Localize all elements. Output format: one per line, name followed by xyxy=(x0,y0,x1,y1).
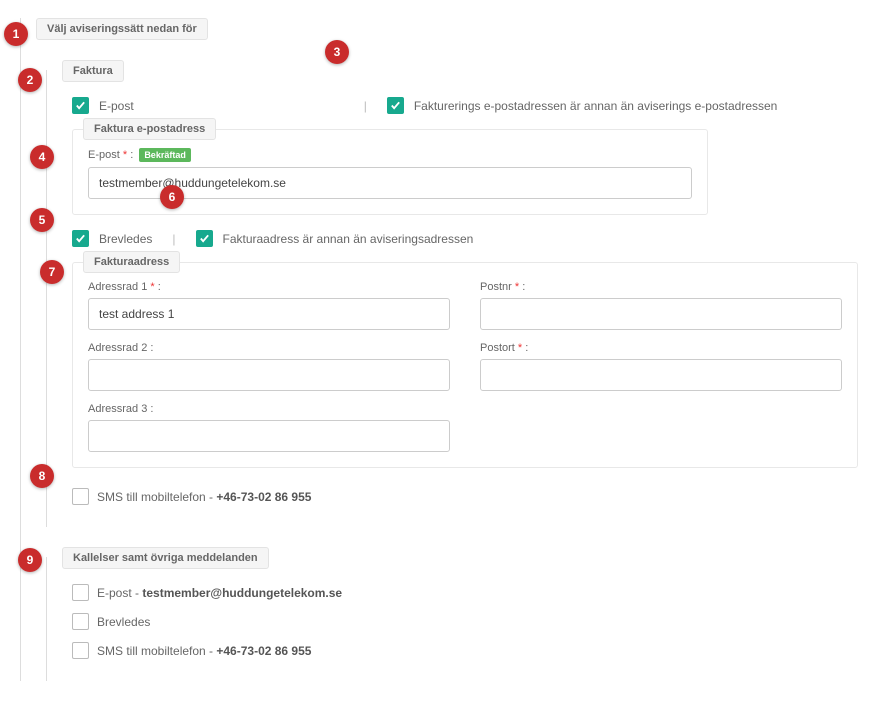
annotation-marker-5: 5 xyxy=(30,208,54,232)
postnr-label: Postnr * : xyxy=(480,281,842,293)
invoice-address-different-label: Fakturaadress är annan än aviseringsadre… xyxy=(223,232,474,246)
main-legend: Välj aviseringssätt nedan för xyxy=(36,18,208,40)
annotation-marker-8: 8 xyxy=(30,464,54,488)
adressrad3-input[interactable] xyxy=(88,420,450,452)
adressrad1-block: Adressrad 1 * : xyxy=(88,281,450,330)
kallelser-sms-checkbox[interactable] xyxy=(72,642,89,659)
kallelser-sms-row: SMS till mobiltelefon - +46-73-02 86 955 xyxy=(72,642,858,659)
faktura-address-fieldset: Fakturaadress Adressrad 1 * : Postnr * :… xyxy=(72,262,858,468)
annotation-marker-9: 9 xyxy=(18,548,42,572)
annotation-marker-7: 7 xyxy=(40,260,64,284)
kallelser-brevledes-row: Brevledes xyxy=(72,613,858,630)
adressrad3-label: Adressrad 3 : xyxy=(88,403,450,415)
annotation-marker-1: 1 xyxy=(4,22,28,46)
faktura-sms-label: SMS till mobiltelefon - +46-73-02 86 955 xyxy=(97,490,311,504)
adressrad3-block: Adressrad 3 : xyxy=(88,403,450,452)
annotation-marker-2: 2 xyxy=(18,68,42,92)
annotation-marker-3: 3 xyxy=(325,40,349,64)
annotation-marker-6: 6 xyxy=(160,185,184,209)
kallelser-brevledes-checkbox[interactable] xyxy=(72,613,89,630)
adressrad2-input[interactable] xyxy=(88,359,450,391)
adressrad2-block: Adressrad 2 : xyxy=(88,342,450,391)
postort-block: Postort * : xyxy=(480,342,842,391)
kallelser-legend: Kallelser samt övriga meddelanden xyxy=(62,547,269,569)
billing-email-different-label: Fakturerings e-postadressen är annan än … xyxy=(414,99,778,113)
separator: | xyxy=(364,99,367,113)
brevledes-label: Brevledes xyxy=(99,232,152,246)
epost-row: E-post | Fakturerings e-postadressen är … xyxy=(72,97,858,114)
faktura-sms-row: SMS till mobiltelefon - +46-73-02 86 955 xyxy=(72,488,858,505)
postort-input[interactable] xyxy=(480,359,842,391)
confirmed-badge: Bekräftad xyxy=(139,148,191,162)
kallelser-section: Kallelser samt övriga meddelanden E-post… xyxy=(46,557,858,681)
adressrad1-input[interactable] xyxy=(88,298,450,330)
separator: | xyxy=(172,232,175,246)
faktura-legend: Faktura xyxy=(62,60,124,82)
kallelser-epost-row: E-post - testmember@huddungetelekom.se xyxy=(72,584,858,601)
faktura-email-legend: Faktura e-postadress xyxy=(83,118,216,140)
adressrad1-label: Adressrad 1 * : xyxy=(88,281,450,293)
epost-label: E-post xyxy=(99,99,134,113)
epost-checkbox[interactable] xyxy=(72,97,89,114)
postnr-block: Postnr * : xyxy=(480,281,842,330)
kallelser-epost-checkbox[interactable] xyxy=(72,584,89,601)
postnr-input[interactable] xyxy=(480,298,842,330)
faktura-address-legend: Fakturaadress xyxy=(83,251,180,273)
kallelser-brevledes-label: Brevledes xyxy=(97,615,150,629)
kallelser-sms-label: SMS till mobiltelefon - +46-73-02 86 955 xyxy=(97,644,311,658)
brevledes-row: Brevledes | Fakturaadress är annan än av… xyxy=(72,230,858,247)
faktura-sms-checkbox[interactable] xyxy=(72,488,89,505)
postort-label: Postort * : xyxy=(480,342,842,354)
invoice-address-different-checkbox[interactable] xyxy=(196,230,213,247)
faktura-section: Faktura E-post | Fakturerings e-postadre… xyxy=(46,70,858,527)
adressrad2-label: Adressrad 2 : xyxy=(88,342,450,354)
email-field-label: E-post * : Bekräftad xyxy=(88,148,692,162)
brevledes-checkbox[interactable] xyxy=(72,230,89,247)
annotation-marker-4: 4 xyxy=(30,145,54,169)
kallelser-epost-label: E-post - testmember@huddungetelekom.se xyxy=(97,586,342,600)
notification-settings-group: Välj aviseringssätt nedan för Faktura E-… xyxy=(20,18,858,681)
billing-email-different-checkbox[interactable] xyxy=(387,97,404,114)
